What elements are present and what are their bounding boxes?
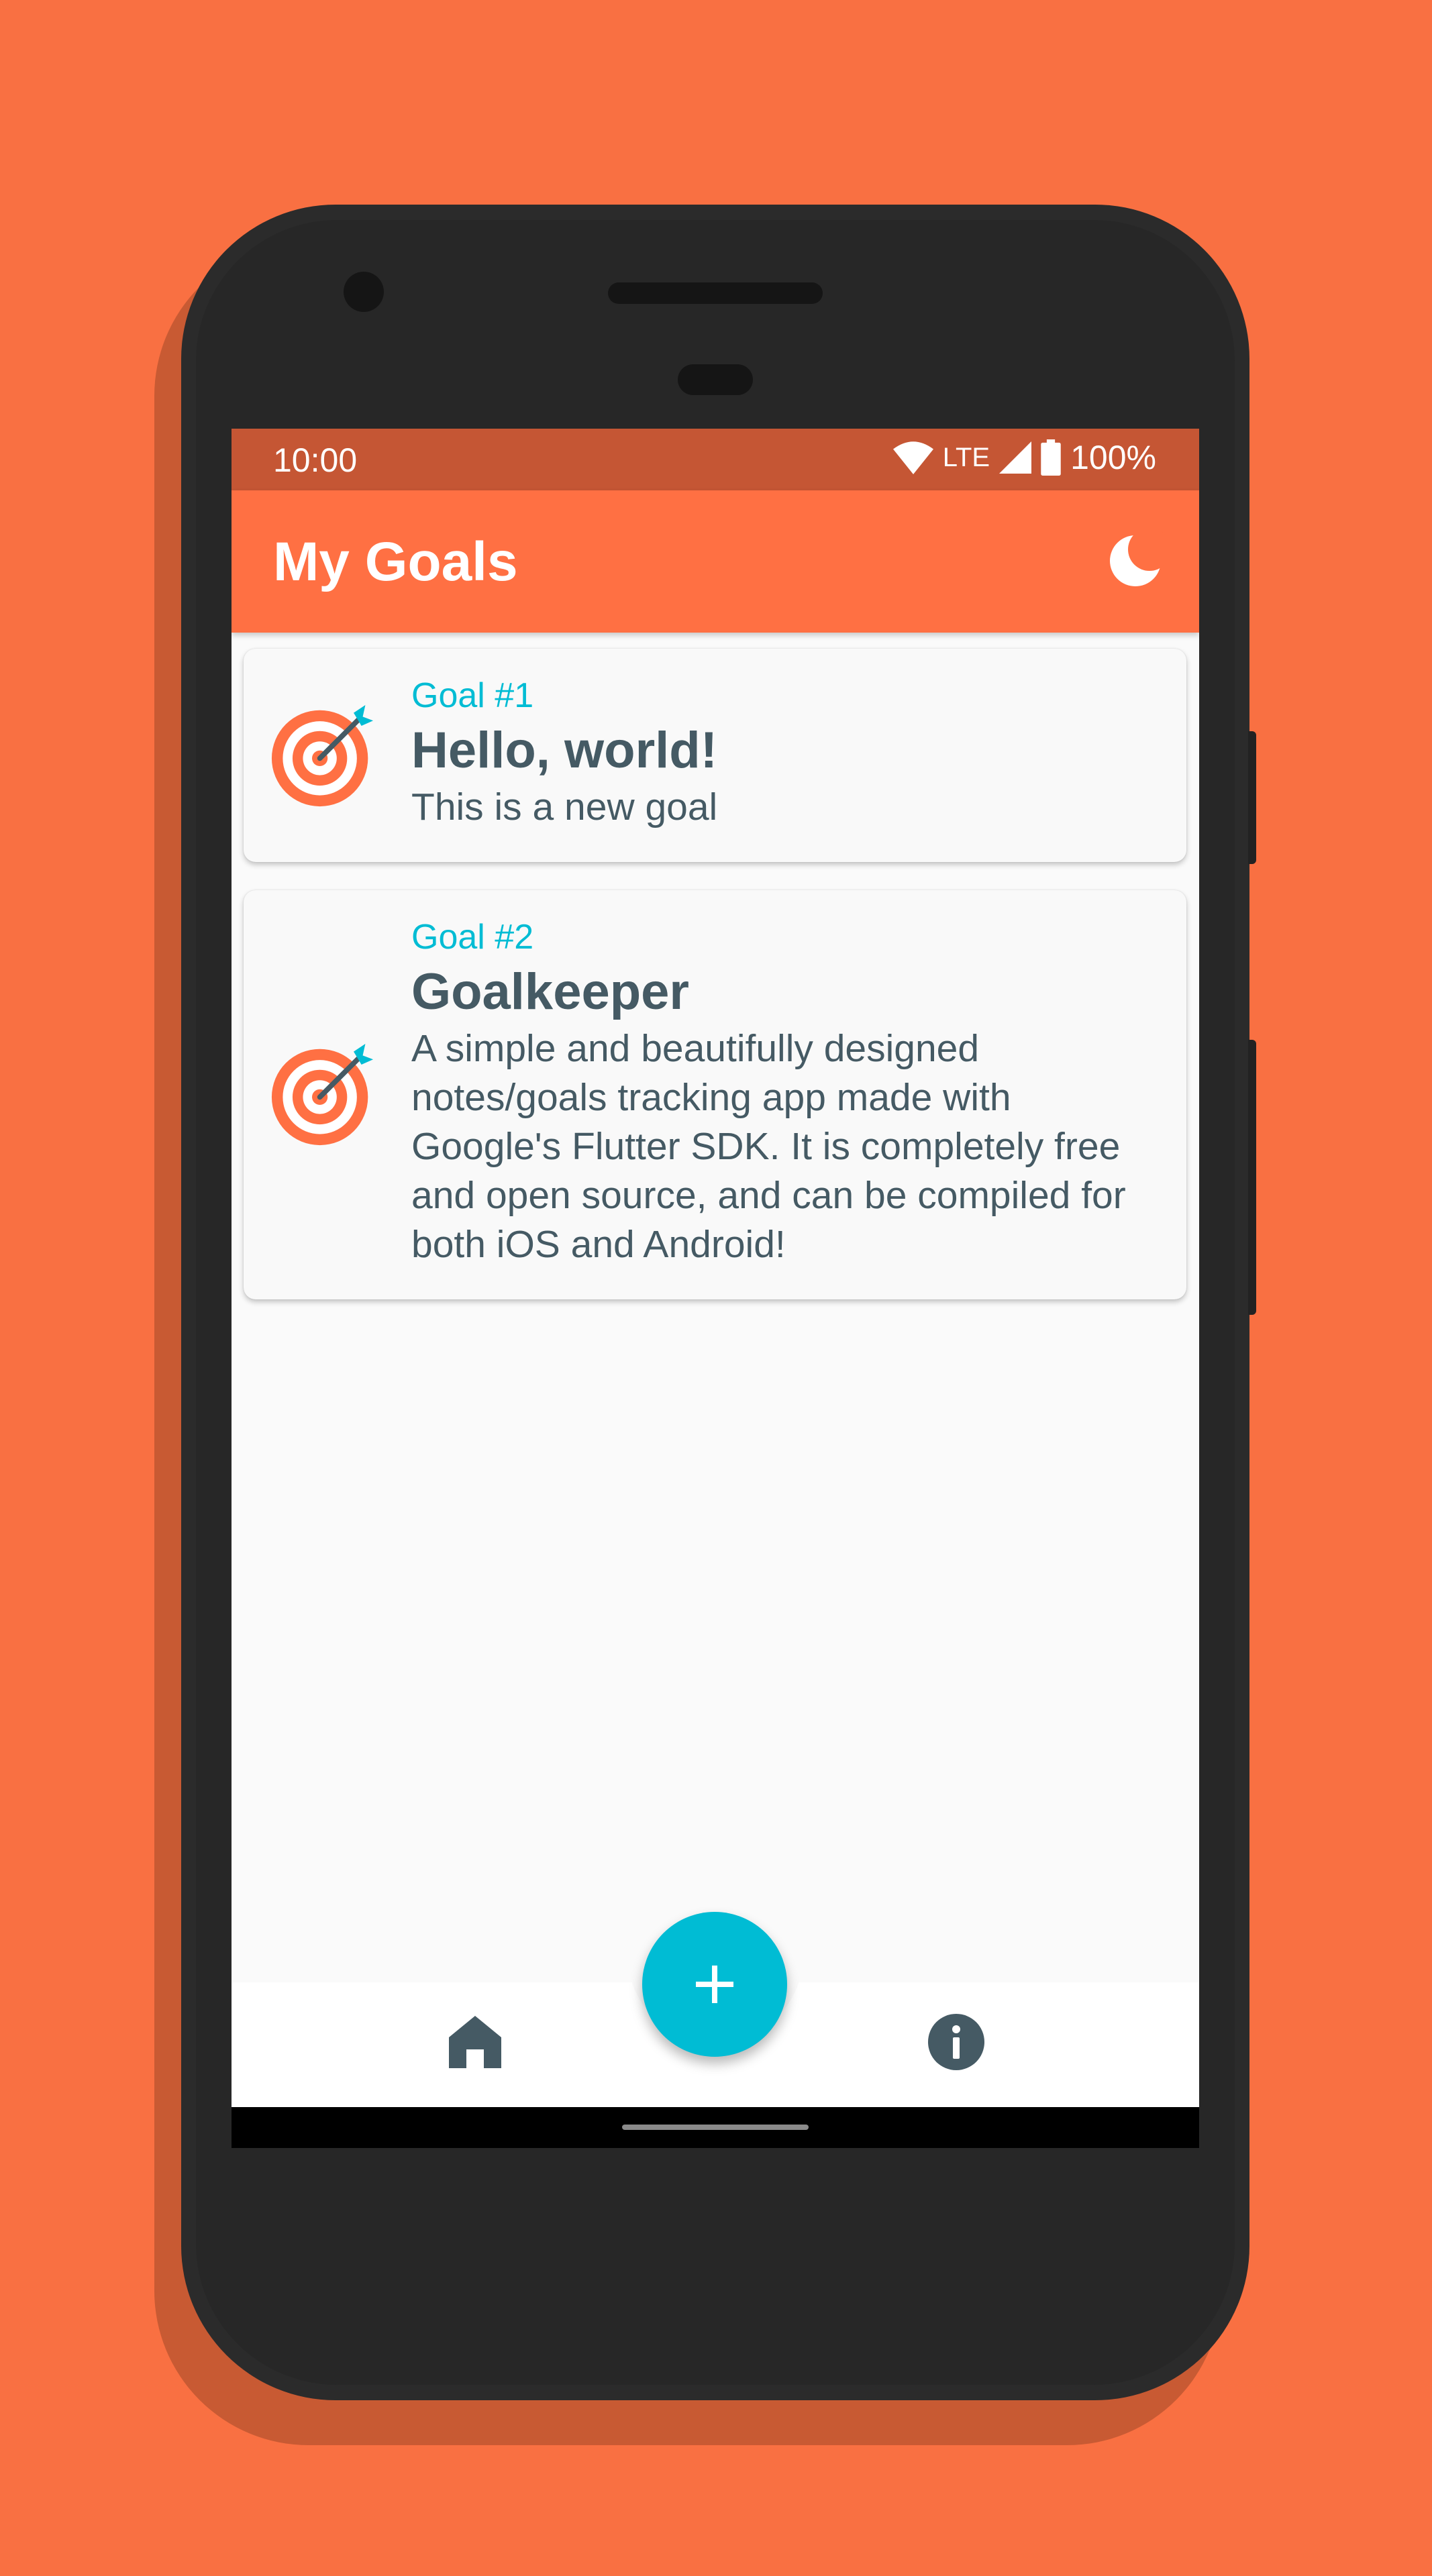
network-type: LTE (942, 442, 990, 472)
target-icon (271, 1043, 374, 1146)
proximity-sensor (678, 364, 753, 395)
goal-description: This is a new goal (411, 786, 718, 828)
goal-number: Goal #1 (411, 676, 534, 715)
app-bar: My Goals (232, 490, 1199, 633)
goal-title: Goalkeeper (411, 963, 689, 1020)
status-time: 10:00 (273, 441, 358, 479)
goal-card[interactable]: Goal #2 Goalkeeper A simple and beautifu… (244, 890, 1186, 1299)
goal-card[interactable]: Goal #1 Hello, world! This is a new goal (244, 649, 1186, 862)
battery-icon (1041, 439, 1061, 476)
target-icon (271, 704, 374, 807)
status-indicators: LTE 100% (892, 438, 1156, 477)
info-icon[interactable] (926, 2012, 986, 2072)
app-screen: 10:00 LTE 100% My Goals Goal #1 Hello, w… (232, 429, 1199, 2148)
battery-percent: 100% (1070, 439, 1156, 476)
goal-number: Goal #2 (411, 918, 534, 957)
plus-icon (696, 1966, 733, 2003)
system-nav-bar (232, 2107, 1199, 2148)
add-goal-button[interactable] (642, 1912, 787, 2057)
wifi-icon (892, 441, 933, 474)
volume-button (1248, 1040, 1256, 1315)
moon-icon[interactable] (1105, 531, 1166, 591)
home-icon[interactable] (445, 2012, 505, 2072)
earpiece-speaker (608, 282, 823, 304)
signal-icon (999, 441, 1032, 474)
goal-title: Hello, world! (411, 722, 717, 779)
goal-text: Goal #2 Goalkeeper A simple and beautifu… (411, 917, 1160, 1269)
front-camera (344, 272, 384, 312)
goal-description: A simple and beautifully designed notes/… (411, 1027, 1126, 1266)
power-button (1248, 731, 1256, 864)
home-gesture-pill[interactable] (622, 2125, 809, 2130)
page-title: My Goals (273, 531, 518, 592)
status-bar: 10:00 LTE 100% (232, 429, 1199, 490)
goal-text: Goal #1 Hello, world! This is a new goal (411, 676, 1160, 832)
